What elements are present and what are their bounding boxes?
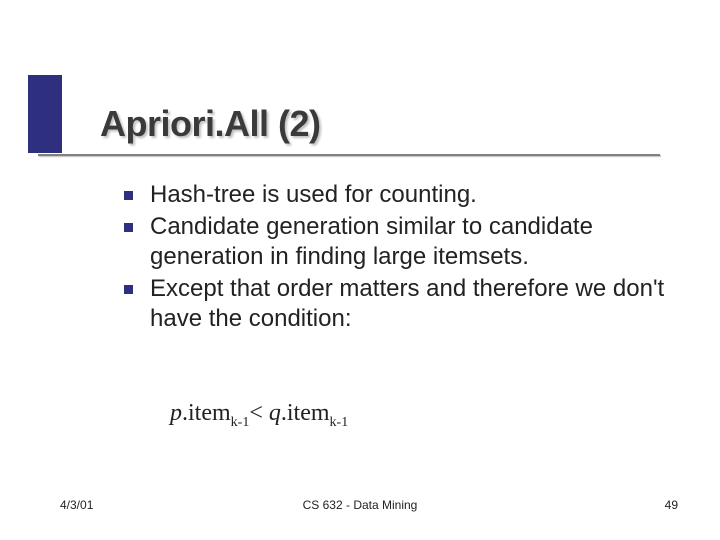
formula-p-field: .item [182,400,231,426]
slide-title: Apriori.All (2) [100,104,660,144]
footer-page-number: 49 [665,498,678,512]
slide: Apriori.All (2) Hash-tree is used for co… [0,0,720,540]
formula-p-var: p [170,400,182,426]
footer-course: CS 632 - Data Mining [0,498,720,512]
title-wrap: Apriori.All (2) [100,104,660,144]
content-area: Hash-tree is used for counting. Candidat… [120,180,670,336]
bullet-item: Hash-tree is used for counting. [120,180,670,210]
formula-lt: < [249,400,269,426]
formula-q-var: q [269,400,281,426]
footer: 4/3/01 CS 632 - Data Mining 49 [0,492,720,512]
bullet-item: Except that order matters and therefore … [120,274,670,334]
accent-bar [28,75,62,153]
formula-p-sub: k-1 [231,415,250,430]
formula-q-field: .item [281,400,330,426]
formula-q-sub: k-1 [330,415,349,430]
formula: p.itemk-1< q.itemk-1 [170,400,348,431]
bullet-list: Hash-tree is used for counting. Candidat… [120,180,670,334]
title-underline [38,154,660,156]
bullet-item: Candidate generation similar to candidat… [120,212,670,272]
